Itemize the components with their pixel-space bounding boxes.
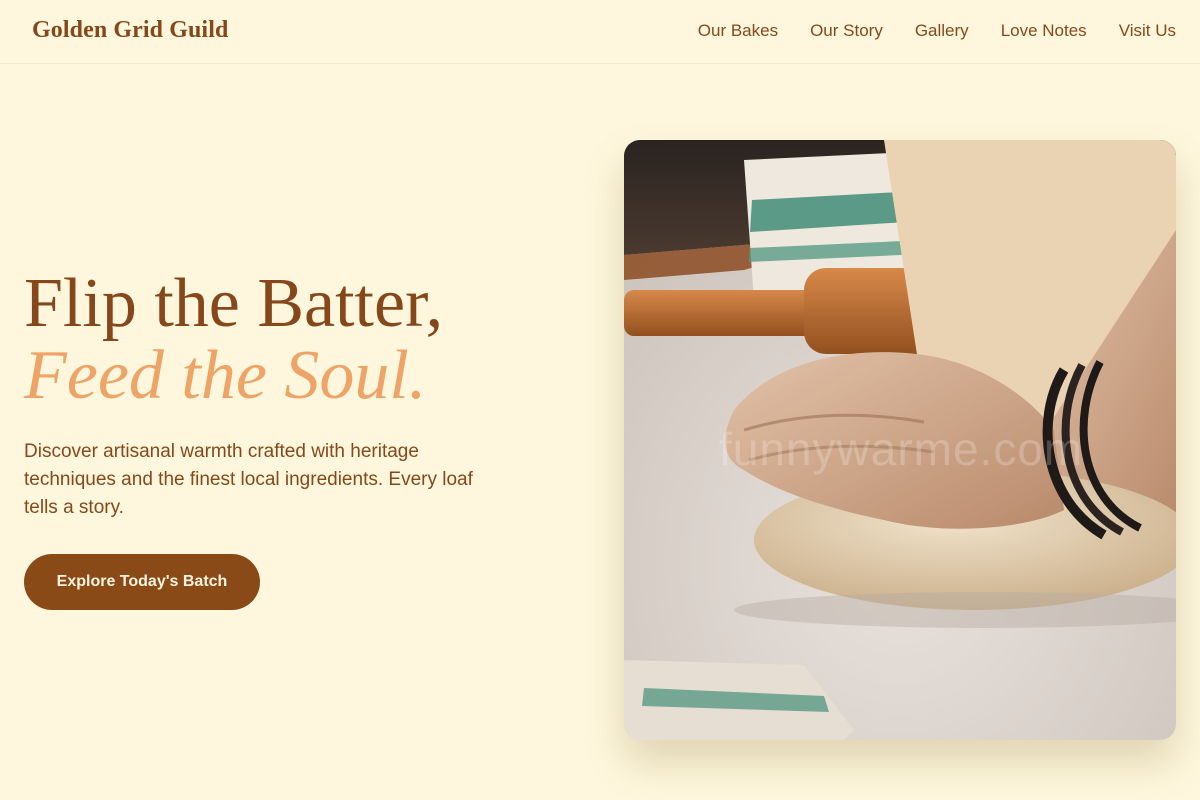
navbar: Golden Grid Guild Our Bakes Our Story Ga… <box>0 0 1200 64</box>
hero-image: funnywarme.com <box>624 140 1176 740</box>
image-watermark: funnywarme.com <box>719 423 1084 475</box>
nav-our-story[interactable]: Our Story <box>810 21 883 41</box>
hero-description: Discover artisanal warmth crafted with h… <box>24 441 473 518</box>
explore-batch-button[interactable]: Explore Today's Batch <box>24 554 260 610</box>
nav-visit-us[interactable]: Visit Us <box>1119 21 1176 41</box>
nav-love-notes[interactable]: Love Notes <box>1001 21 1087 41</box>
nav-links: Our Bakes Our Story Gallery Love Notes V… <box>698 21 1176 41</box>
nav-gallery[interactable]: Gallery <box>915 21 969 41</box>
hero-title: Flip the Batter, Feed the Soul. <box>24 268 443 412</box>
hero-title-line1: Flip the Batter, <box>24 265 444 342</box>
hero-title-line2: Feed the Soul. <box>24 337 427 414</box>
brand-logo[interactable]: Golden Grid Guild <box>32 17 228 44</box>
nav-our-bakes[interactable]: Our Bakes <box>698 21 778 41</box>
